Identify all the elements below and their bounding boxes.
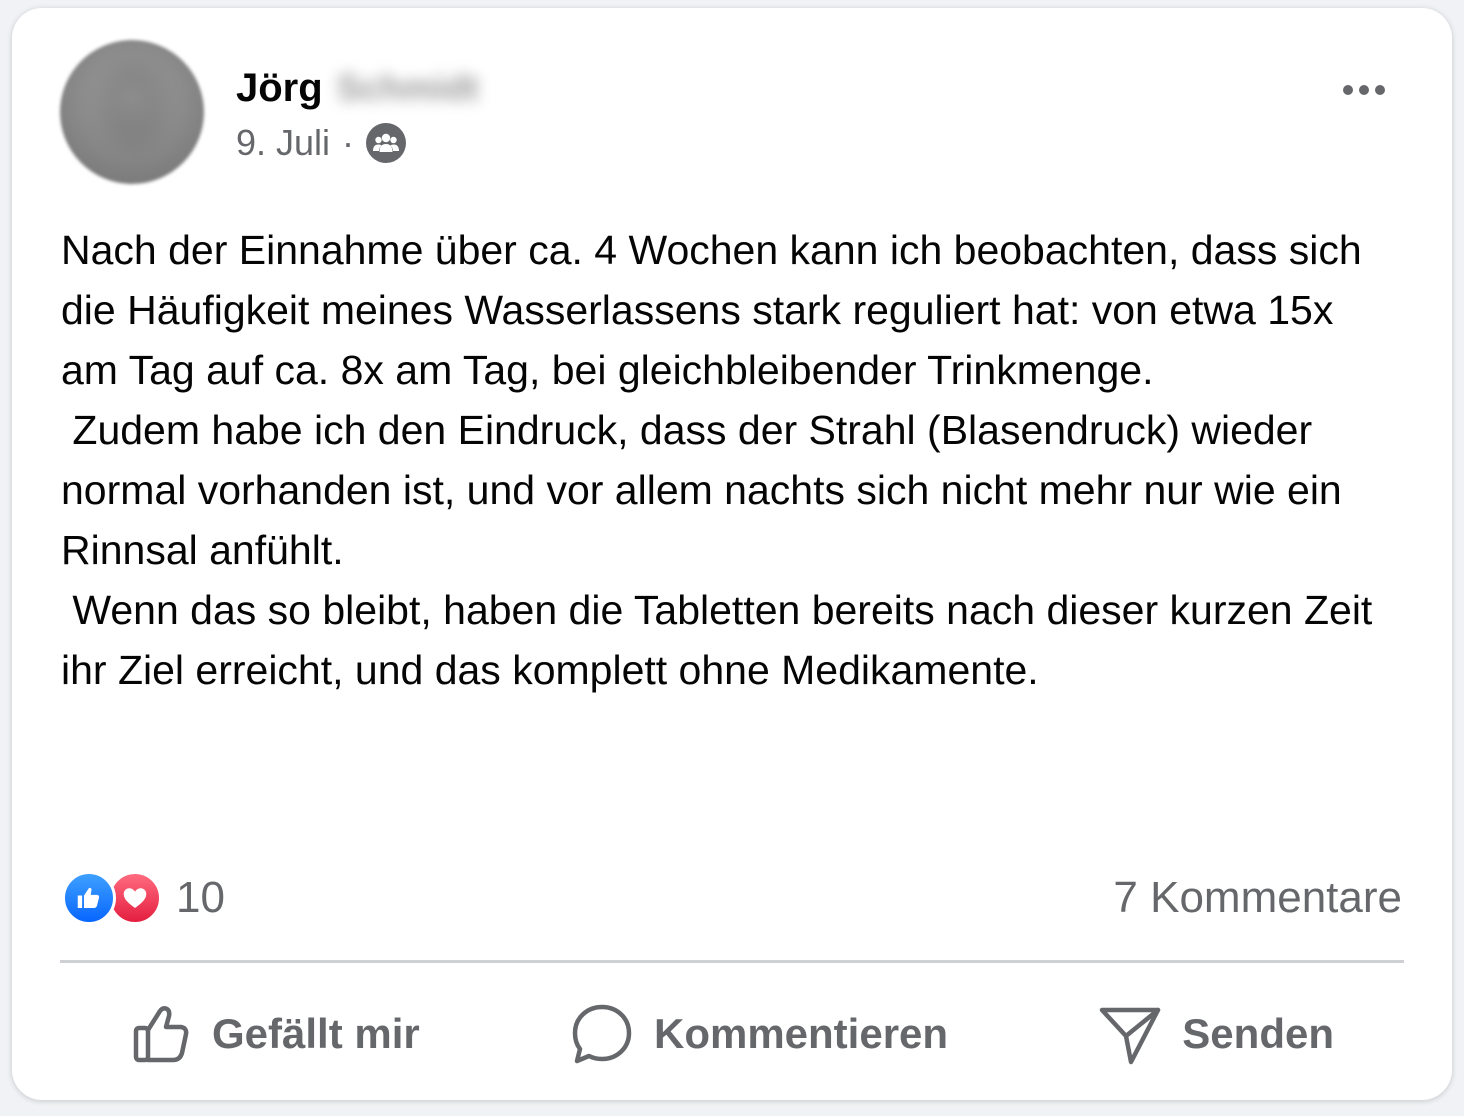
divider: [60, 960, 1404, 963]
meta-separator: ·: [342, 122, 355, 163]
more-dot: [1375, 85, 1385, 95]
more-dot: [1359, 85, 1369, 95]
like-icon: [62, 871, 116, 925]
group-icon[interactable]: [366, 123, 407, 163]
post-meta: 9. Juli ·: [236, 118, 407, 168]
like-label: Gefällt mir: [212, 1010, 420, 1057]
like-button[interactable]: Gefällt mir: [60, 1003, 490, 1065]
more-options-button[interactable]: [1334, 70, 1394, 110]
thumbs-up-icon: [130, 1003, 192, 1065]
post-card: Jörg Schmidt 9. Juli · Nach der Einnahme…: [12, 8, 1452, 1100]
action-bar: Gefällt mir Kommentieren Senden: [60, 992, 1404, 1076]
comment-label: Kommentieren: [653, 1010, 949, 1057]
author-last-name-blurred[interactable]: Schmidt: [337, 67, 479, 109]
comment-button[interactable]: Kommentieren: [500, 1002, 1018, 1066]
send-icon: [1098, 1002, 1162, 1066]
reactions-count: 10: [176, 873, 225, 922]
author-first-name[interactable]: Jörg: [236, 66, 323, 111]
reactions-summary[interactable]: 10: [62, 868, 225, 928]
more-horizontal-icon: [1343, 85, 1353, 95]
send-label: Senden: [1182, 1010, 1334, 1057]
send-button[interactable]: Senden: [1028, 1002, 1404, 1066]
post-date[interactable]: 9. Juli: [236, 122, 330, 164]
comments-count-link[interactable]: 7 Kommentare: [1113, 868, 1402, 928]
author-avatar[interactable]: [60, 40, 204, 184]
love-icon: [108, 871, 162, 925]
author-name-row: Jörg Schmidt: [236, 58, 479, 118]
post-body-text: Nach der Einnahme über ca. 4 Wochen kann…: [61, 227, 1373, 693]
comment-bubble-icon: [570, 1002, 634, 1066]
